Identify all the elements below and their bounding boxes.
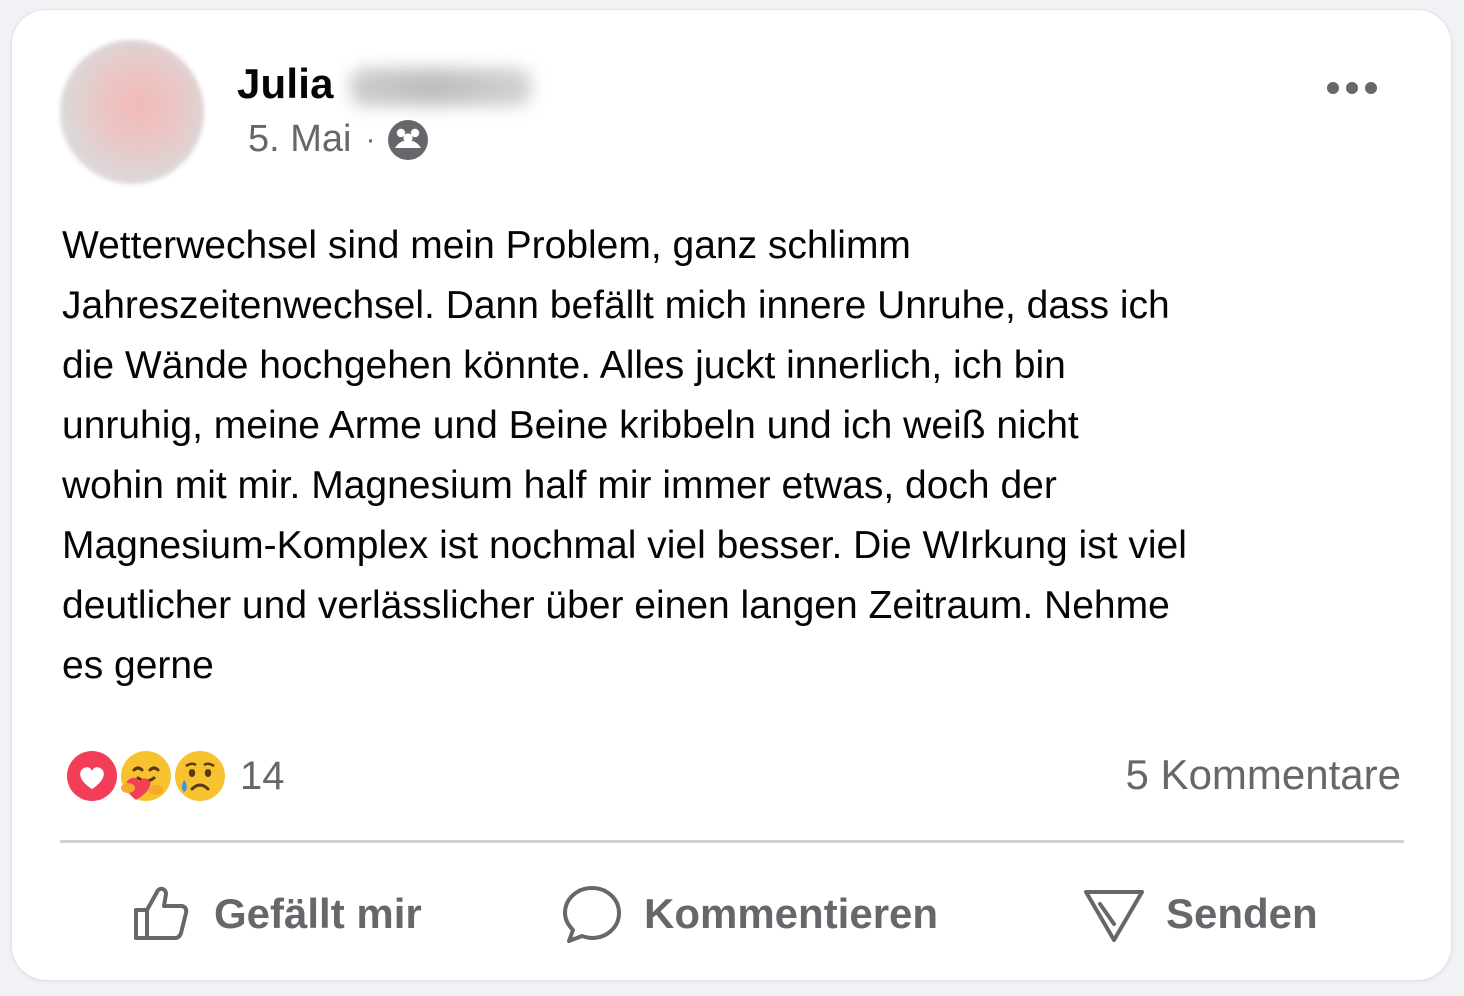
meta-separator: · xyxy=(365,122,376,156)
love-icon xyxy=(64,748,120,804)
post-date[interactable]: 5. Mai xyxy=(248,118,351,161)
send-button[interactable]: Senden xyxy=(1082,860,1318,968)
comment-bubble-icon xyxy=(563,886,621,943)
blurred-surname xyxy=(350,68,532,106)
send-label: Senden xyxy=(1166,890,1318,937)
avatar[interactable] xyxy=(60,40,204,184)
author-name[interactable]: Julia xyxy=(237,60,334,108)
sad-icon xyxy=(172,748,228,804)
post-text: Wetterwechsel sind mein Problem, ganz sc… xyxy=(62,224,1187,687)
more-options-button[interactable] xyxy=(1317,68,1387,108)
comment-label: Kommentieren xyxy=(644,890,939,937)
reaction-icons xyxy=(62,746,230,806)
post-meta: 5. Mai · xyxy=(248,118,429,161)
more-options-icon xyxy=(1327,82,1377,94)
group-icon[interactable] xyxy=(387,119,429,161)
thumbs-up-icon xyxy=(134,886,189,940)
like-label: Gefällt mir xyxy=(214,890,422,937)
send-icon xyxy=(1084,890,1144,942)
post-card: Julia 5. Mai · Wetterwechsel sind mein P… xyxy=(12,10,1451,980)
divider xyxy=(60,840,1404,843)
reactions-summary[interactable]: 14 xyxy=(62,746,285,806)
action-bar: Gefällt mir Kommentieren Senden xyxy=(60,860,1404,970)
comment-button[interactable]: Kommentieren xyxy=(560,860,938,968)
reaction-count: 14 xyxy=(240,753,285,798)
comments-count-link[interactable]: 5 Kommentare xyxy=(1126,751,1401,799)
like-button[interactable]: Gefällt mir xyxy=(130,860,422,968)
care-icon xyxy=(118,748,174,804)
